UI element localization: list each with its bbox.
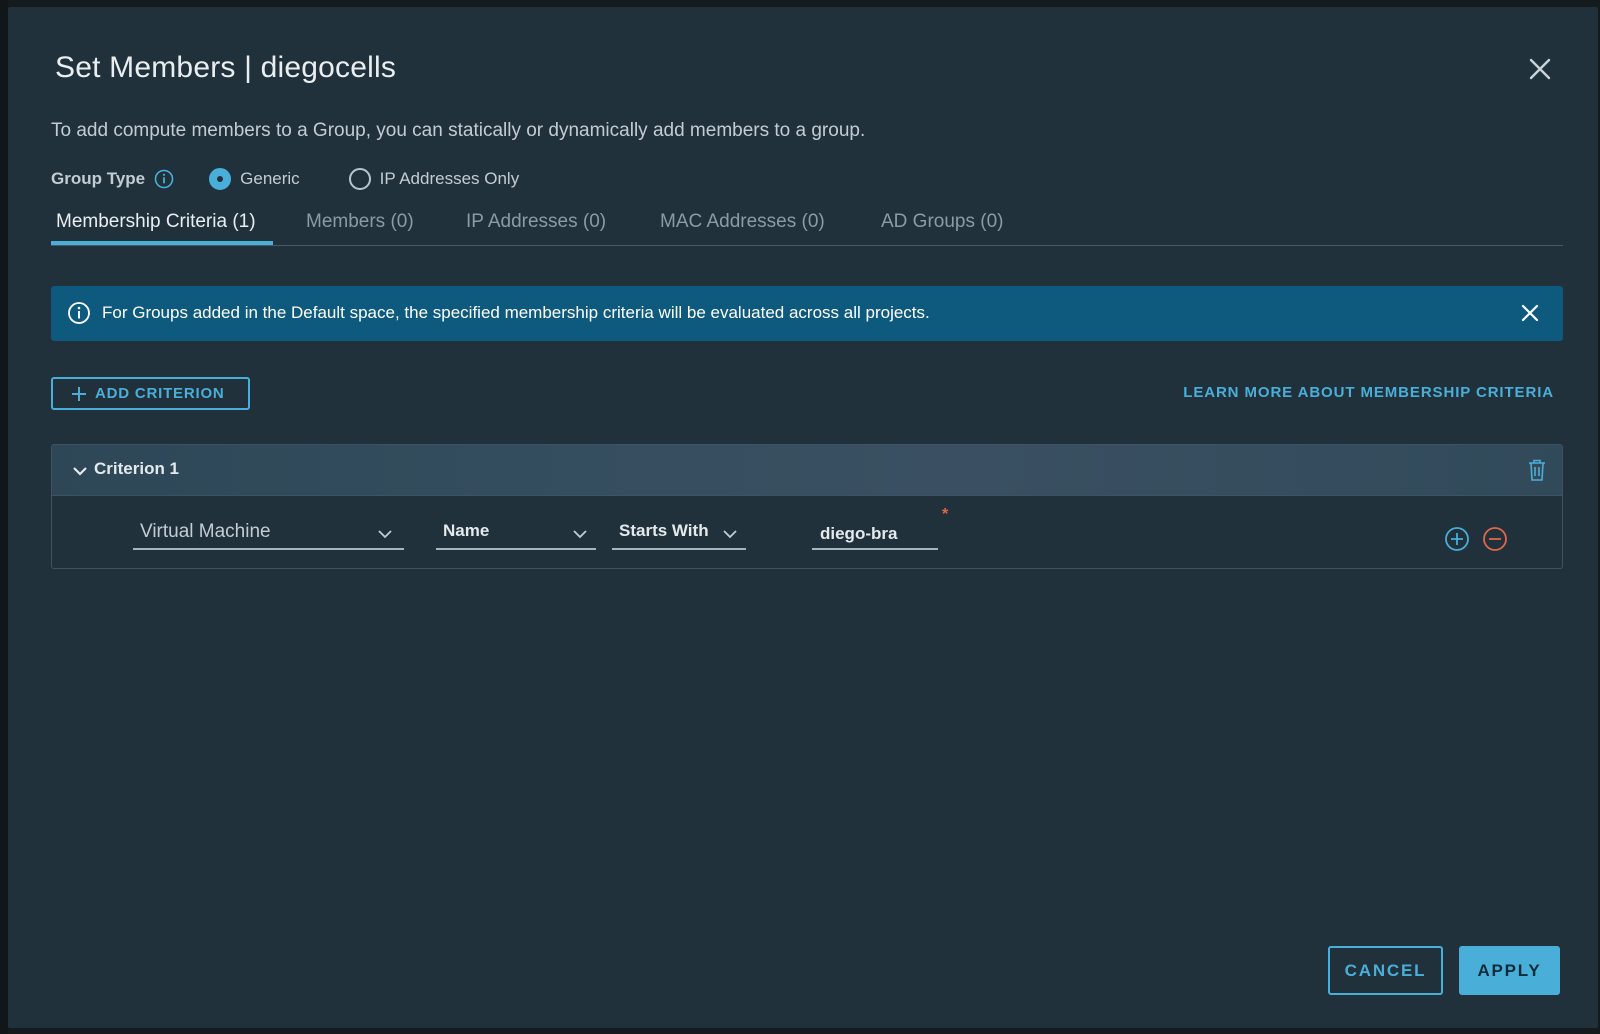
- alert-message: For Groups added in the Default space, t…: [102, 303, 930, 322]
- dialog-description: To add compute members to a Group, you c…: [51, 120, 866, 141]
- chevron-down-icon: [722, 526, 738, 542]
- tab-membership-criteria[interactable]: Membership Criteria (1): [56, 211, 256, 233]
- member-type-value: Virtual Machine: [140, 521, 271, 542]
- radio-generic-label: Generic: [240, 169, 300, 188]
- property-select[interactable]: Name: [436, 517, 596, 550]
- tab-ip-addresses[interactable]: IP Addresses (0): [466, 211, 606, 233]
- plus-icon: [71, 386, 87, 402]
- criterion-card: Criterion 1 Virtual Machine Name Starts …: [51, 444, 1563, 569]
- alert-close-icon[interactable]: [1519, 302, 1541, 324]
- radio-ip-addresses-only[interactable]: IP Addresses Only: [348, 168, 520, 190]
- radio-ip-addresses-only-label: IP Addresses Only: [379, 169, 520, 188]
- tab-bar: Membership Criteria (1) Members (0) IP A…: [51, 201, 1563, 246]
- dialog-title: Set Members | diegocells: [55, 51, 397, 84]
- page-backdrop: [0, 0, 8, 1034]
- close-icon[interactable]: [1526, 55, 1554, 83]
- chevron-down-icon: [572, 526, 588, 542]
- tab-ad-groups[interactable]: AD Groups (0): [881, 211, 1003, 233]
- set-members-dialog: Set Members | diegocells To add compute …: [8, 7, 1598, 1028]
- chevron-down-icon: [377, 526, 393, 542]
- apply-button[interactable]: APPLY: [1459, 946, 1560, 995]
- required-marker: *: [942, 506, 949, 523]
- criterion-title: Criterion 1: [94, 459, 180, 478]
- info-icon[interactable]: [154, 169, 174, 189]
- member-type-select[interactable]: Virtual Machine: [133, 517, 404, 550]
- criterion-value-input[interactable]: [812, 517, 938, 550]
- property-value: Name: [443, 521, 490, 540]
- add-criterion-label: ADD CRITERION: [95, 385, 225, 402]
- tab-mac-addresses[interactable]: MAC Addresses (0): [660, 211, 825, 233]
- operator-select[interactable]: Starts With: [612, 517, 746, 550]
- radio-generic-indicator[interactable]: [209, 168, 232, 190]
- active-tab-indicator: [51, 241, 273, 245]
- operator-value: Starts With: [619, 521, 709, 540]
- cancel-button[interactable]: CANCEL: [1328, 946, 1443, 995]
- radio-generic[interactable]: Generic: [209, 168, 300, 190]
- radio-ip-addresses-only-indicator[interactable]: [348, 168, 371, 190]
- tab-members[interactable]: Members (0): [306, 211, 414, 233]
- group-type-label: Group Type: [51, 169, 146, 188]
- trash-icon[interactable]: [1526, 458, 1548, 482]
- remove-circle-icon[interactable]: [1482, 526, 1508, 552]
- info-alert: For Groups added in the Default space, t…: [51, 286, 1563, 341]
- group-type-row: Group Type Generic IP Addresses Only: [51, 167, 519, 191]
- criterion-header[interactable]: Criterion 1: [52, 445, 1562, 496]
- add-criterion-button[interactable]: ADD CRITERION: [51, 377, 250, 410]
- learn-more-link[interactable]: LEARN MORE ABOUT MEMBERSHIP CRITERIA: [1183, 384, 1554, 401]
- chevron-down-icon[interactable]: [72, 463, 88, 479]
- add-circle-icon[interactable]: [1444, 526, 1470, 552]
- info-circle-icon: [67, 301, 91, 325]
